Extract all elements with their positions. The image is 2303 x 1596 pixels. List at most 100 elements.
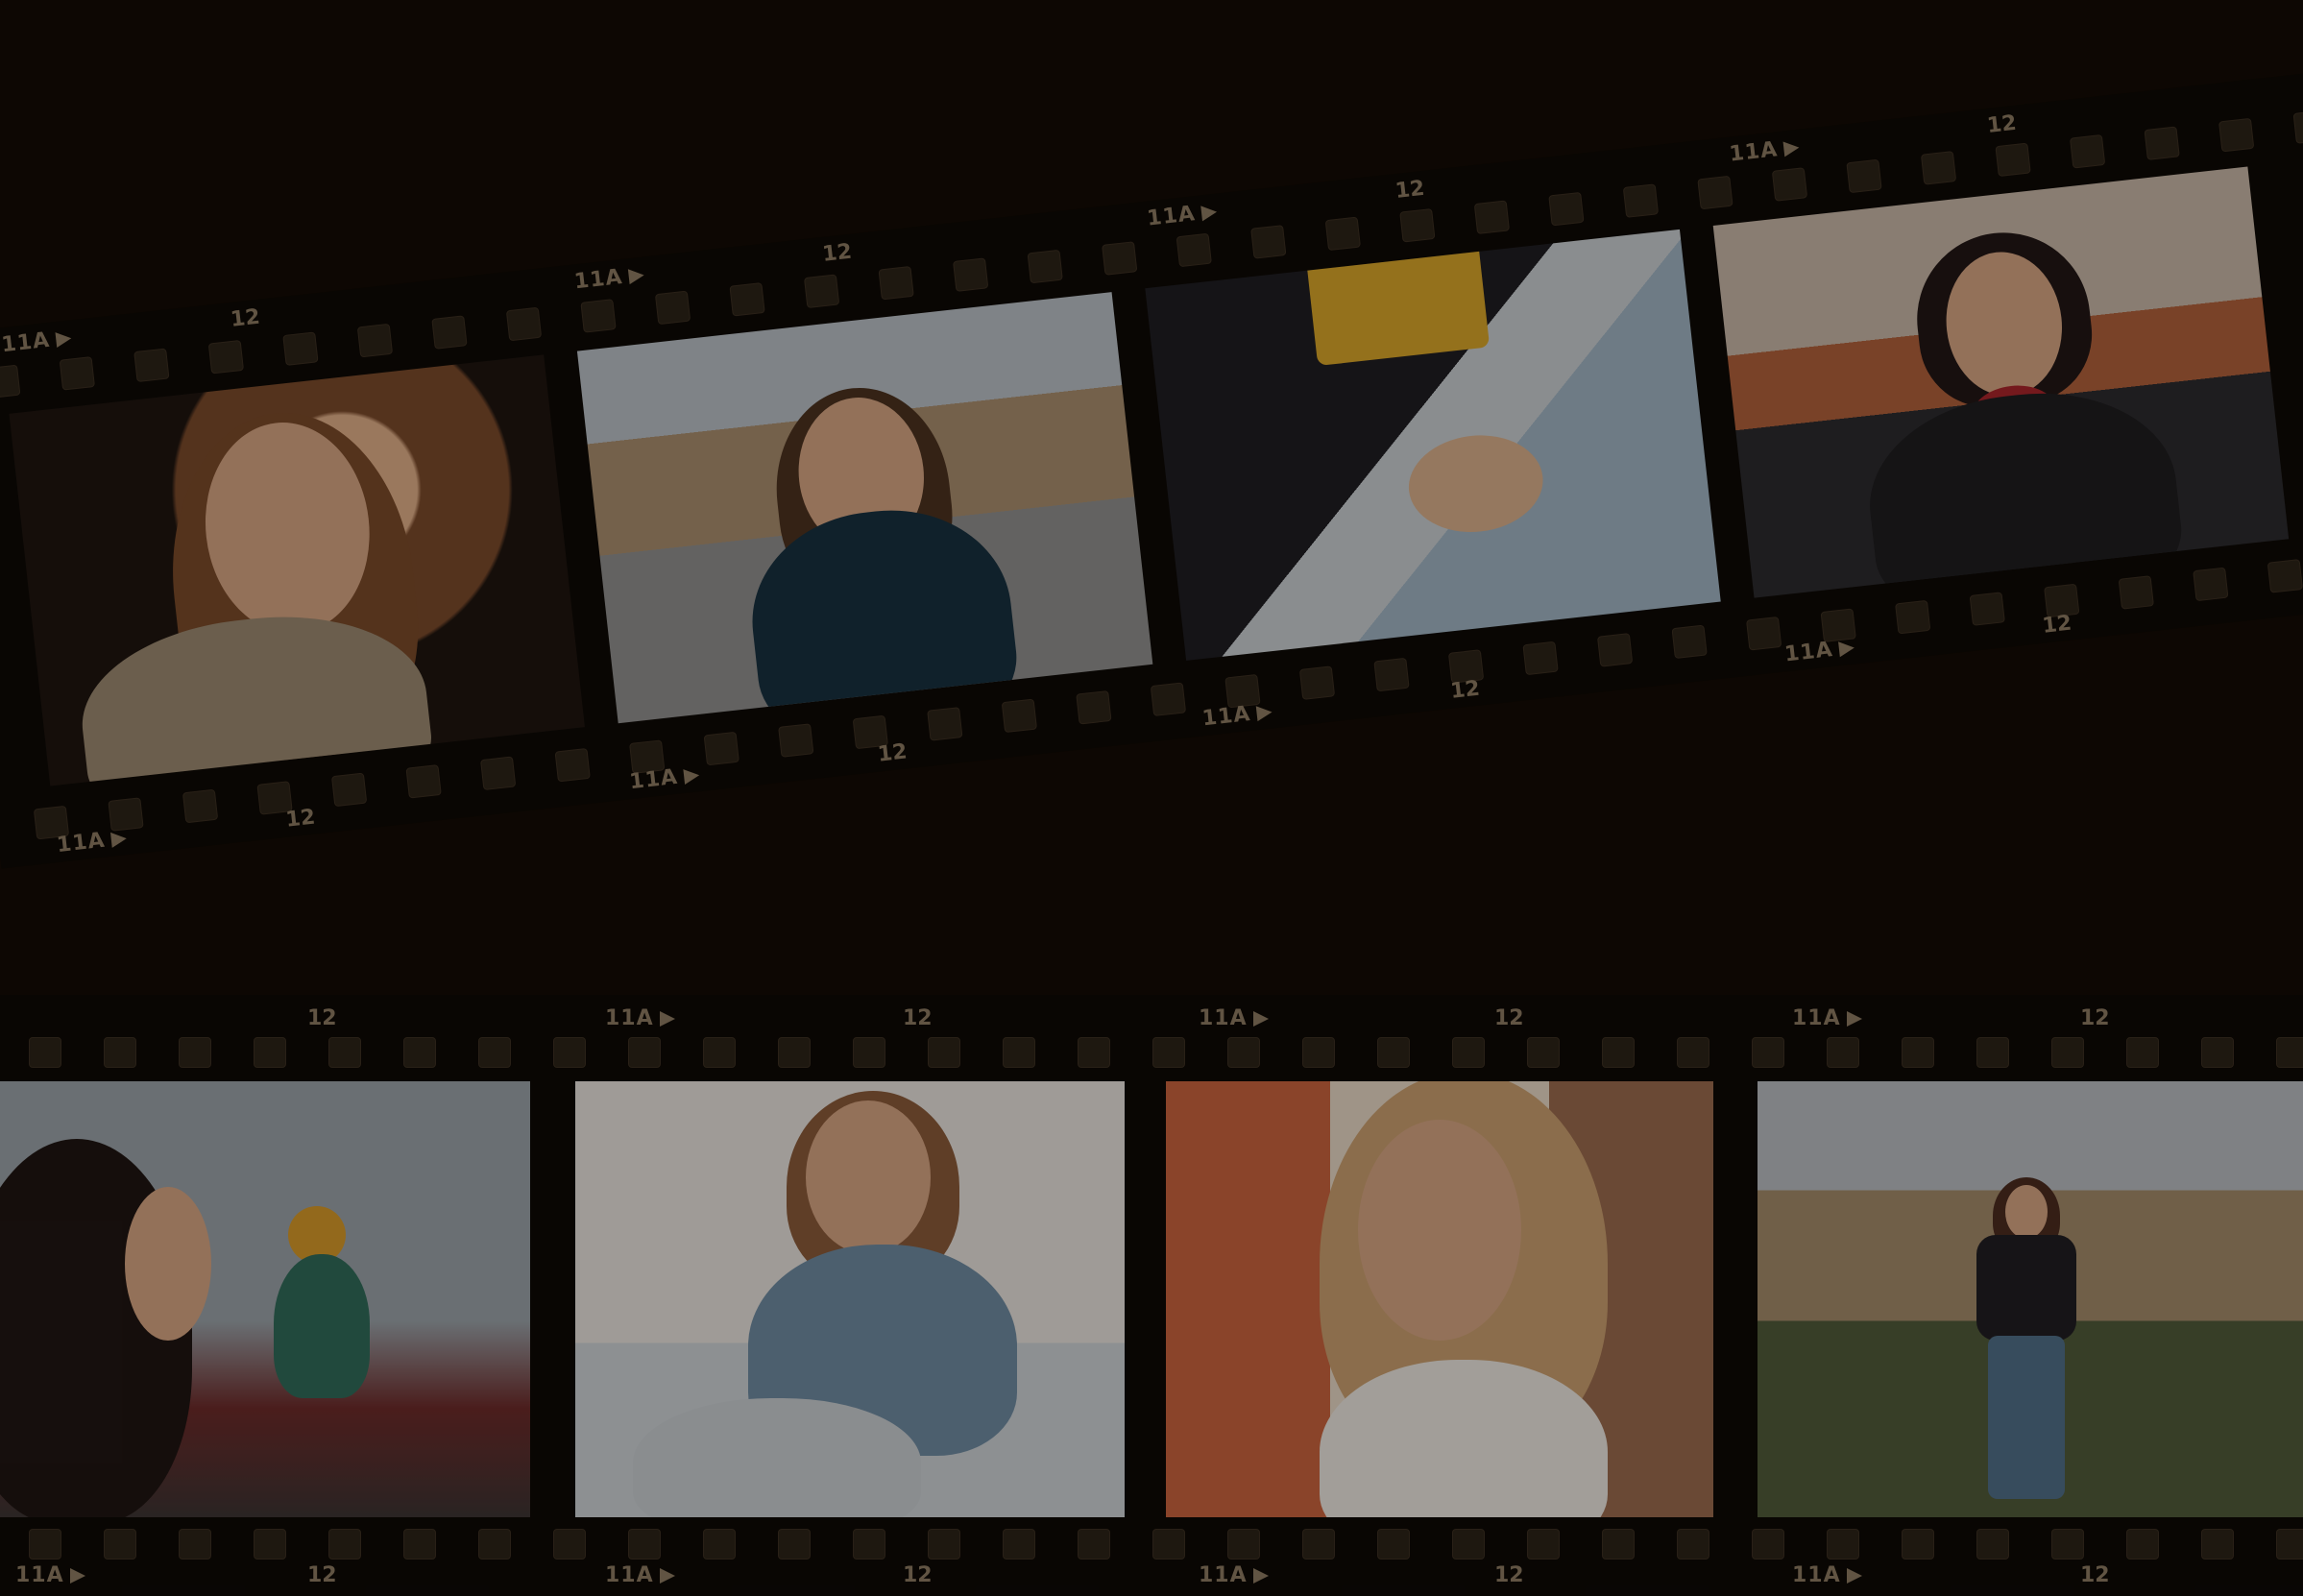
sprocket-hole bbox=[1302, 1037, 1335, 1068]
jeans bbox=[1988, 1336, 2065, 1499]
sprocket-hole bbox=[878, 265, 914, 301]
sprocket-hole bbox=[2051, 1037, 2084, 1068]
sprocket-hole bbox=[2126, 1037, 2159, 1068]
arrow-icon bbox=[1200, 204, 1218, 222]
sprocket-hole bbox=[1152, 1037, 1185, 1068]
photo-frame-6 bbox=[575, 1081, 1125, 1517]
edge-code: 11A bbox=[15, 1563, 85, 1587]
sprocket-hole bbox=[2069, 133, 2106, 169]
edge-frame-number: 12 bbox=[307, 1563, 337, 1587]
sprocket-hole bbox=[2201, 1529, 2234, 1560]
sprocket-hole bbox=[703, 1037, 736, 1068]
sprocket-hole bbox=[2144, 126, 2180, 160]
edge-frame-number: 12 bbox=[1394, 176, 1426, 205]
arrow-icon bbox=[69, 1568, 85, 1584]
sprocket-hole bbox=[2276, 1037, 2303, 1068]
arrow-icon bbox=[109, 831, 128, 848]
sprocket-hole bbox=[1846, 158, 1882, 194]
yellow-jacket bbox=[1305, 232, 1491, 367]
edge-code: 11A bbox=[1728, 135, 1800, 167]
sprocket-hole bbox=[478, 1529, 511, 1560]
sprocket-hole bbox=[1377, 1037, 1410, 1068]
sprocket-hole bbox=[2276, 1529, 2303, 1560]
sprocket-hole bbox=[803, 274, 840, 309]
sprocket-hole bbox=[928, 1037, 960, 1068]
edge-frame-number: 12 bbox=[2041, 611, 2073, 639]
photo-frame-8 bbox=[1758, 1081, 2303, 1517]
sprocket-hole bbox=[2051, 1529, 2084, 1560]
sprocket-hole bbox=[505, 306, 543, 342]
sprocket-hole bbox=[207, 339, 245, 375]
sprocket-hole bbox=[1078, 1529, 1110, 1560]
sprocket-hole bbox=[2218, 117, 2255, 153]
child-jacket bbox=[274, 1254, 370, 1398]
edge-frame-number: 12 bbox=[2080, 1006, 2110, 1030]
bottom-edge-markings: 11A 12 11A 12 11A 12 11A 12 bbox=[0, 1563, 2303, 1590]
edge-frame-number: 12 bbox=[821, 239, 854, 267]
edge-frame-number: 12 bbox=[2080, 1563, 2110, 1587]
edge-code: 11A bbox=[605, 1563, 675, 1587]
sprocket-hole bbox=[1399, 208, 1436, 243]
arrow-icon bbox=[1837, 640, 1855, 658]
edge-code: 11A bbox=[605, 1006, 675, 1030]
sprocket-hole bbox=[254, 1529, 286, 1560]
sprocket-hole bbox=[1827, 1529, 1859, 1560]
arrow-icon bbox=[1252, 1011, 1269, 1027]
sprocket-hole bbox=[29, 1529, 61, 1560]
sprocket-hole bbox=[729, 282, 765, 317]
sprocket-hole bbox=[1152, 1529, 1185, 1560]
face bbox=[806, 1100, 931, 1254]
edge-code: 11A bbox=[1199, 1563, 1269, 1587]
sprocket-hole bbox=[282, 331, 319, 366]
sprocket-hole bbox=[1697, 175, 1733, 210]
arrow-icon bbox=[1252, 1568, 1269, 1584]
sprocket-hole bbox=[104, 1529, 136, 1560]
sprocket-hole bbox=[29, 1037, 61, 1068]
face bbox=[2005, 1185, 2048, 1239]
sprocket-hole bbox=[1976, 1529, 2009, 1560]
sprocket-hole bbox=[703, 1529, 736, 1560]
sprocket-hole bbox=[431, 315, 468, 350]
jacket bbox=[1858, 378, 2189, 598]
sprocket-hole bbox=[1827, 1037, 1859, 1068]
sprocket-hole bbox=[133, 348, 170, 383]
edge-code: 11A bbox=[573, 263, 645, 294]
sprocket-hole bbox=[1452, 1037, 1485, 1068]
sprocket-hole bbox=[1003, 1529, 1035, 1560]
sprocket-hole bbox=[0, 364, 21, 399]
sprocket-hole bbox=[1078, 1037, 1110, 1068]
sprocket-hole bbox=[356, 323, 394, 358]
sprocket-hole bbox=[778, 1529, 811, 1560]
edge-frame-number: 12 bbox=[876, 739, 909, 767]
edge-code: 11A bbox=[1792, 1006, 1862, 1030]
sprocket-row-top bbox=[0, 1037, 2303, 1068]
sprocket-hole bbox=[1227, 1529, 1260, 1560]
sprocket-hole bbox=[328, 1037, 361, 1068]
sprocket-hole bbox=[1752, 1037, 1784, 1068]
sprocket-hole bbox=[1602, 1037, 1635, 1068]
sprocket-hole bbox=[1677, 1529, 1709, 1560]
sprocket-hole bbox=[853, 1529, 885, 1560]
edge-code: 11A bbox=[1792, 1563, 1862, 1587]
sprocket-hole bbox=[1302, 1529, 1335, 1560]
edge-frame-number: 12 bbox=[307, 1006, 337, 1030]
legs bbox=[633, 1398, 921, 1517]
sprocket-hole bbox=[628, 1037, 661, 1068]
edge-code: 11A bbox=[1199, 1006, 1269, 1030]
jacket bbox=[1976, 1235, 2076, 1341]
hands bbox=[1403, 428, 1548, 540]
arrow-icon bbox=[659, 1011, 675, 1027]
sprocket-hole bbox=[1920, 151, 1957, 185]
sprocket-row-bottom bbox=[0, 1529, 2303, 1560]
sprocket-hole bbox=[553, 1037, 586, 1068]
sprocket-hole bbox=[953, 257, 989, 292]
arrow-icon bbox=[659, 1568, 675, 1584]
face bbox=[125, 1187, 211, 1341]
sprocket-hole bbox=[1324, 216, 1361, 252]
sprocket-hole bbox=[403, 1529, 436, 1560]
edge-frame-number: 12 bbox=[284, 805, 317, 833]
sprocket-hole bbox=[628, 1529, 661, 1560]
sprocket-hole bbox=[1976, 1037, 2009, 1068]
edge-code: 11A bbox=[0, 326, 72, 357]
photo-frame-7 bbox=[1166, 1081, 1713, 1517]
